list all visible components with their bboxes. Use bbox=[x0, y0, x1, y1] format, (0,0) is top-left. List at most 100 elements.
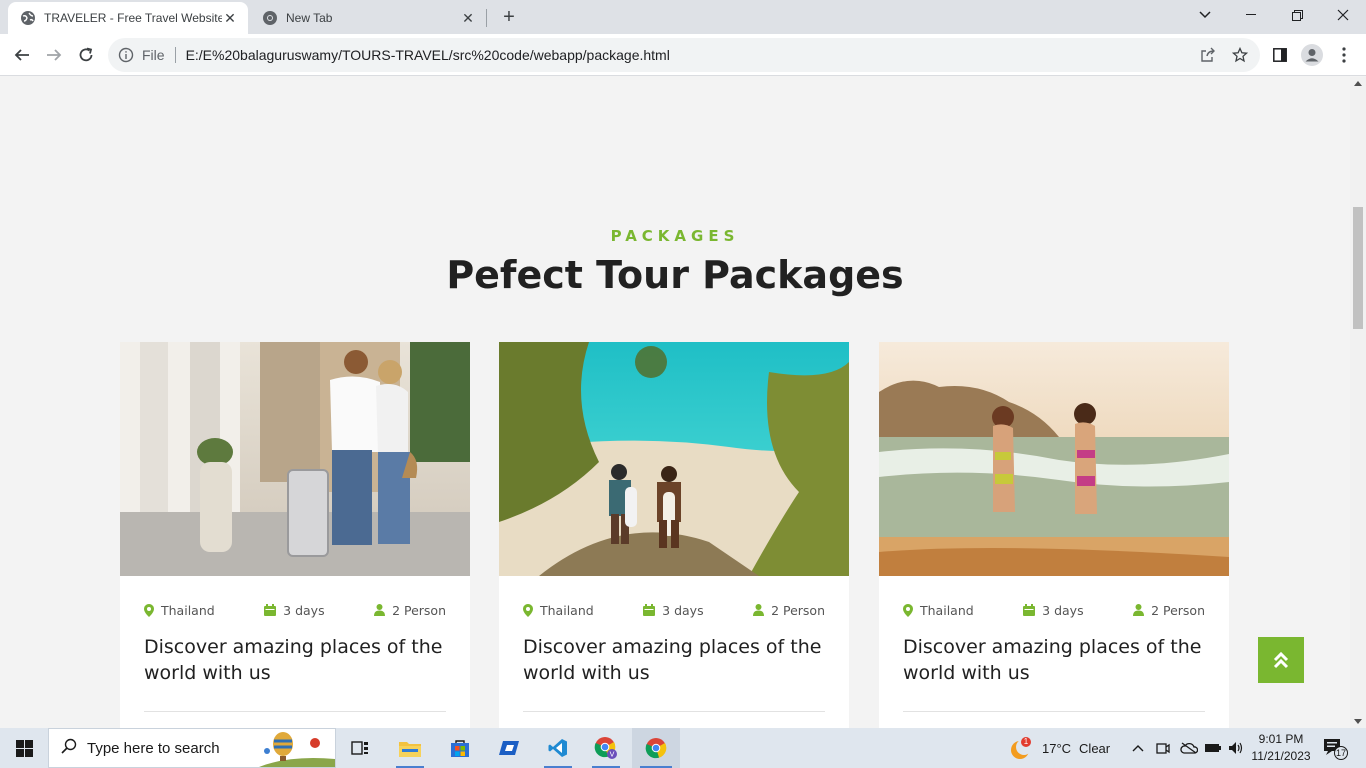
url-scheme: File bbox=[142, 47, 165, 63]
package-meta: Thailand 3 days 2 Person bbox=[523, 601, 825, 619]
people-meta: 2 Person bbox=[374, 601, 446, 619]
duration-meta: 3 days bbox=[264, 601, 325, 619]
duration-label: 3 days bbox=[1042, 602, 1084, 618]
scroll-up-arrow-icon[interactable] bbox=[1354, 81, 1362, 86]
restore-icon[interactable] bbox=[1274, 0, 1320, 30]
chrome-icon[interactable] bbox=[632, 728, 680, 768]
onedrive-offline-icon[interactable] bbox=[1180, 728, 1198, 768]
package-headline[interactable]: Discover amazing places of the world wit… bbox=[144, 634, 444, 686]
share-icon[interactable] bbox=[1196, 43, 1220, 67]
tab-title: New Tab bbox=[286, 11, 333, 25]
task-view-icon[interactable] bbox=[340, 728, 380, 768]
browser-tabstrip: TRAVELER - Free Travel Website ✕ New Tab… bbox=[0, 0, 1366, 34]
url-text[interactable]: E:/E%20balaguruswamy/TOURS-TRAVEL/src%20… bbox=[186, 47, 670, 63]
back-icon[interactable] bbox=[6, 39, 38, 71]
close-tab-icon[interactable]: ✕ bbox=[460, 10, 476, 26]
meet-now-icon[interactable] bbox=[1156, 728, 1174, 768]
microsoft-store-icon[interactable] bbox=[440, 728, 480, 768]
bookmark-star-icon[interactable] bbox=[1228, 43, 1252, 67]
tab-traveler[interactable]: TRAVELER - Free Travel Website ✕ bbox=[8, 2, 248, 34]
search-highlight-balloon-icon bbox=[259, 729, 335, 767]
svg-text:V: V bbox=[610, 751, 615, 759]
location-meta: Thailand bbox=[144, 601, 215, 619]
user-icon bbox=[374, 604, 386, 616]
taskbar-clock[interactable]: 9:01 PM 11/21/2023 bbox=[1246, 731, 1316, 765]
notification-count: 17 bbox=[1335, 748, 1346, 758]
close-tab-icon[interactable]: ✕ bbox=[222, 10, 238, 26]
user-icon bbox=[1133, 604, 1145, 616]
weather-widget[interactable]: 1 17°C Clear bbox=[1008, 728, 1110, 768]
minimize-icon[interactable] bbox=[1228, 0, 1274, 30]
calendar-icon bbox=[1023, 604, 1036, 616]
user-icon bbox=[753, 604, 765, 616]
show-hidden-icons-chevron-icon[interactable] bbox=[1132, 728, 1148, 768]
battery-icon[interactable] bbox=[1204, 728, 1222, 768]
duration-meta: 3 days bbox=[1023, 601, 1084, 619]
package-photo-surfers[interactable] bbox=[499, 342, 849, 576]
map-marker-icon bbox=[144, 603, 154, 617]
notification-center-icon[interactable]: 17 bbox=[1322, 728, 1352, 768]
section-title: Pefect Tour Packages bbox=[446, 253, 904, 297]
tab-search-chevron-icon[interactable] bbox=[1182, 0, 1228, 30]
windows-taskbar: Type here to search V 1 17°C Clear 9:01 … bbox=[0, 728, 1366, 768]
tab-new-tab[interactable]: New Tab ✕ bbox=[250, 2, 486, 34]
search-icon bbox=[61, 738, 77, 758]
file-explorer-icon[interactable] bbox=[390, 728, 430, 768]
page-scrollbar[interactable] bbox=[1350, 77, 1366, 728]
package-meta: Thailand 3 days 2 Person bbox=[144, 601, 446, 619]
package-card[interactable]: Thailand 3 days 2 Person Discover amazin… bbox=[120, 342, 470, 728]
weather-condition: Clear bbox=[1079, 740, 1111, 756]
double-chevron-up-icon bbox=[1273, 651, 1289, 669]
tab-separator bbox=[486, 9, 487, 27]
scrollbar-thumb[interactable] bbox=[1353, 207, 1363, 329]
calendar-icon bbox=[643, 604, 656, 616]
people-meta: 2 Person bbox=[753, 601, 825, 619]
taskbar-search-box[interactable]: Type here to search bbox=[48, 728, 336, 768]
site-info-icon[interactable] bbox=[118, 47, 134, 63]
map-marker-icon bbox=[523, 603, 533, 617]
people-label: 2 Person bbox=[392, 602, 446, 618]
omnibox-divider bbox=[174, 47, 176, 63]
card-divider bbox=[903, 711, 1205, 712]
package-card[interactable]: Thailand 3 days 2 Person Discover amazin… bbox=[499, 342, 849, 728]
weather-temp: 17°C bbox=[1042, 740, 1072, 756]
duration-meta: 3 days bbox=[643, 601, 704, 619]
vscode-icon[interactable] bbox=[538, 728, 578, 768]
people-label: 2 Person bbox=[1151, 602, 1205, 618]
package-headline[interactable]: Discover amazing places of the world wit… bbox=[523, 634, 823, 686]
people-meta: 2 Person bbox=[1133, 601, 1205, 619]
package-photo-beach-women[interactable] bbox=[879, 342, 1229, 576]
scroll-down-arrow-icon[interactable] bbox=[1354, 719, 1362, 724]
package-headline[interactable]: Discover amazing places of the world wit… bbox=[903, 634, 1203, 686]
package-meta: Thailand 3 days 2 Person bbox=[903, 601, 1205, 619]
close-window-icon[interactable] bbox=[1320, 0, 1366, 30]
volume-icon[interactable] bbox=[1228, 728, 1246, 768]
new-tab-button[interactable]: + bbox=[498, 6, 520, 28]
kebab-menu-icon[interactable] bbox=[1332, 43, 1356, 67]
section-eyebrow: PACKAGES bbox=[610, 227, 740, 245]
back-to-top-button[interactable] bbox=[1258, 637, 1304, 683]
clock-time: 9:01 PM bbox=[1258, 732, 1304, 746]
calendar-icon bbox=[264, 604, 277, 616]
reload-icon[interactable] bbox=[70, 39, 102, 71]
address-bar[interactable]: File E:/E%20balaguruswamy/TOURS-TRAVEL/s… bbox=[108, 38, 1260, 72]
duration-label: 3 days bbox=[283, 602, 325, 618]
browser-toolbar: File E:/E%20balaguruswamy/TOURS-TRAVEL/s… bbox=[0, 34, 1366, 76]
duration-label: 3 days bbox=[662, 602, 704, 618]
card-divider bbox=[523, 711, 825, 712]
chrome-profile-icon[interactable]: V bbox=[586, 728, 626, 768]
side-panel-icon[interactable] bbox=[1268, 43, 1292, 67]
location-label: Thailand bbox=[540, 602, 594, 618]
quick-assist-icon[interactable] bbox=[490, 728, 530, 768]
package-card[interactable]: Thailand 3 days 2 Person Discover amazin… bbox=[879, 342, 1229, 728]
location-label: Thailand bbox=[161, 602, 215, 618]
forward-icon[interactable] bbox=[38, 39, 70, 71]
profile-avatar-icon[interactable] bbox=[1300, 43, 1324, 67]
location-meta: Thailand bbox=[523, 601, 594, 619]
package-photo-couple[interactable] bbox=[120, 342, 470, 576]
search-placeholder: Type here to search bbox=[87, 739, 220, 757]
tab-title: TRAVELER - Free Travel Website bbox=[44, 11, 222, 25]
windows-start-icon[interactable] bbox=[0, 728, 48, 768]
chrome-icon bbox=[262, 10, 278, 26]
weather-moon-icon: 1 bbox=[1008, 736, 1034, 760]
